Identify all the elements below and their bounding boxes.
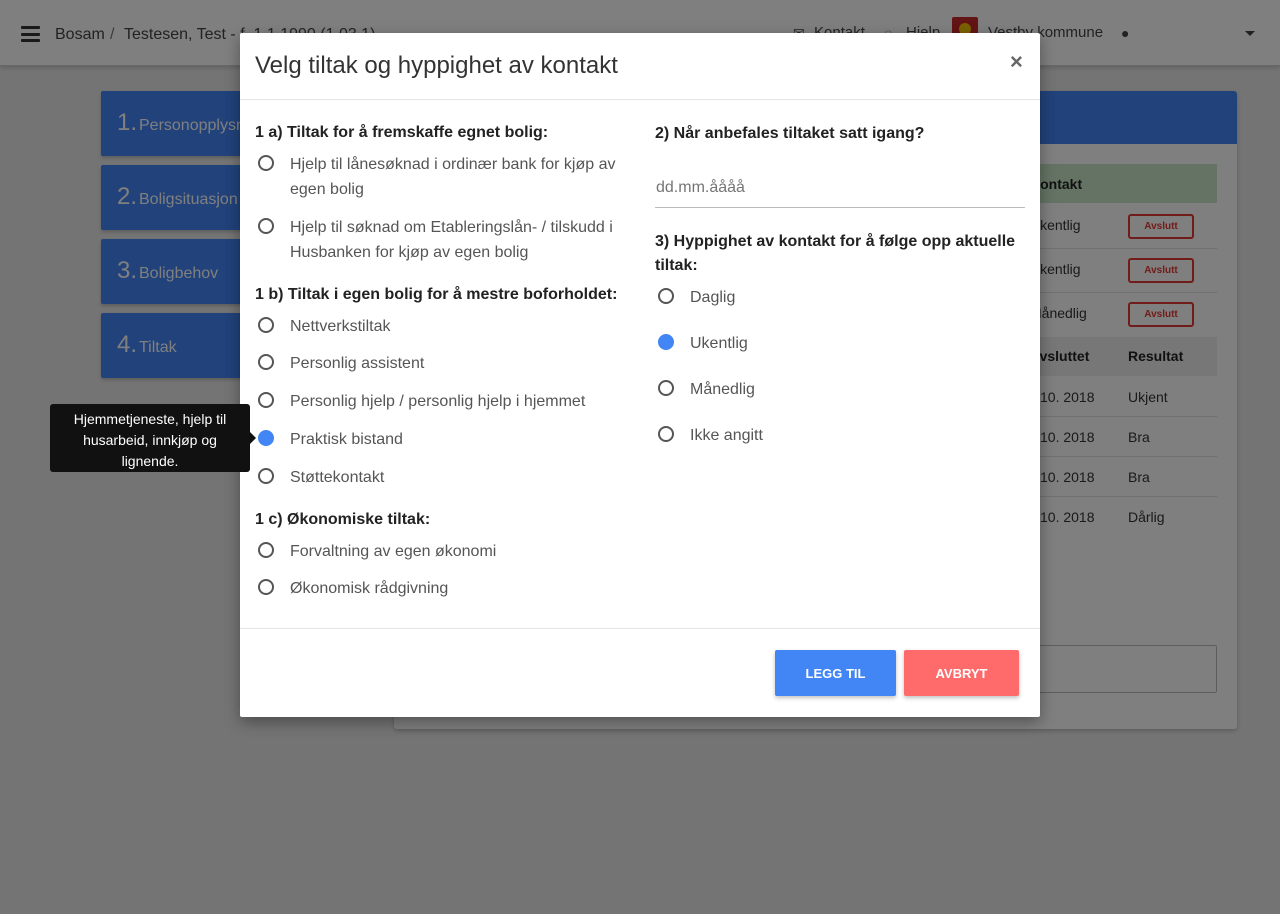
add-button[interactable]: LEGG TIL — [775, 650, 896, 696]
radio-button[interactable] — [658, 288, 674, 304]
section-1a-heading: 1 a) Tiltak for å fremskaffe egnet bolig… — [255, 124, 549, 141]
radio-label: Ukentlig — [690, 335, 748, 352]
section-3-heading-cont: tiltak: — [655, 257, 698, 274]
radio-button[interactable] — [258, 317, 274, 333]
radio-button[interactable] — [258, 155, 274, 171]
section-2-heading: 2) Når anbefales tiltaket satt igang? — [655, 125, 925, 142]
radio-button[interactable] — [258, 579, 274, 595]
radio-label: Hjelp til lånesøknad i ordinær bank for … — [290, 156, 616, 173]
radio-label: Økonomisk rådgivning — [290, 580, 449, 597]
radio-button-selected[interactable] — [258, 430, 274, 446]
modal-header-divider — [240, 99, 1040, 100]
radio-label-cont: egen bolig — [290, 181, 364, 198]
radio-button[interactable] — [258, 392, 274, 408]
radio-button[interactable] — [258, 354, 274, 370]
section-1c-heading: 1 c) Økonomiske tiltak: — [255, 511, 431, 528]
radio-button-selected[interactable] — [658, 334, 674, 350]
radio-label: Støttekontakt — [290, 469, 385, 486]
close-icon[interactable]: × — [1010, 49, 1023, 75]
radio-button[interactable] — [258, 468, 274, 484]
radio-label: Praktisk bistand — [290, 431, 403, 448]
radio-button[interactable] — [658, 380, 674, 396]
radio-label: Hjelp til søknad om Etableringslån- / ti… — [290, 219, 613, 236]
radio-label: Ikke angitt — [690, 427, 763, 444]
radio-label: Personlig assistent — [290, 355, 425, 372]
tooltip-line: Hjemmetjeneste, hjelp til — [73, 411, 227, 427]
radio-button[interactable] — [258, 218, 274, 234]
section-1b-heading: 1 b) Tiltak i egen bolig for å mestre bo… — [255, 286, 618, 303]
radio-label: Daglig — [690, 289, 736, 306]
tiltak-modal: Velg tiltak og hyppighet av kontakt × 1 … — [240, 33, 1040, 717]
modal-footer-divider — [240, 628, 1040, 629]
tooltip: Hjemmetjeneste, hjelp til husarbeid, inn… — [50, 404, 256, 472]
radio-label: Forvaltning av egen økonomi — [290, 543, 497, 560]
section-3-heading: 3) Hyppighet av kontakt for å følge opp … — [655, 233, 1016, 250]
radio-label-cont: Husbanken for kjøp av egen bolig — [290, 244, 529, 261]
cancel-button[interactable]: AVBRYT — [904, 650, 1019, 696]
start-date-input[interactable] — [655, 168, 1025, 208]
radio-label: Nettverkstiltak — [290, 318, 391, 335]
tooltip-line: lignende. — [121, 453, 179, 469]
radio-label: Personlig hjelp / personlig hjelp i hjem… — [290, 393, 586, 410]
radio-button[interactable] — [258, 542, 274, 558]
tooltip-line: husarbeid, innkjøp og — [83, 432, 217, 448]
radio-button[interactable] — [658, 426, 674, 442]
radio-label: Månedlig — [690, 381, 755, 398]
modal-title: Velg tiltak og hyppighet av kontakt — [255, 52, 618, 79]
